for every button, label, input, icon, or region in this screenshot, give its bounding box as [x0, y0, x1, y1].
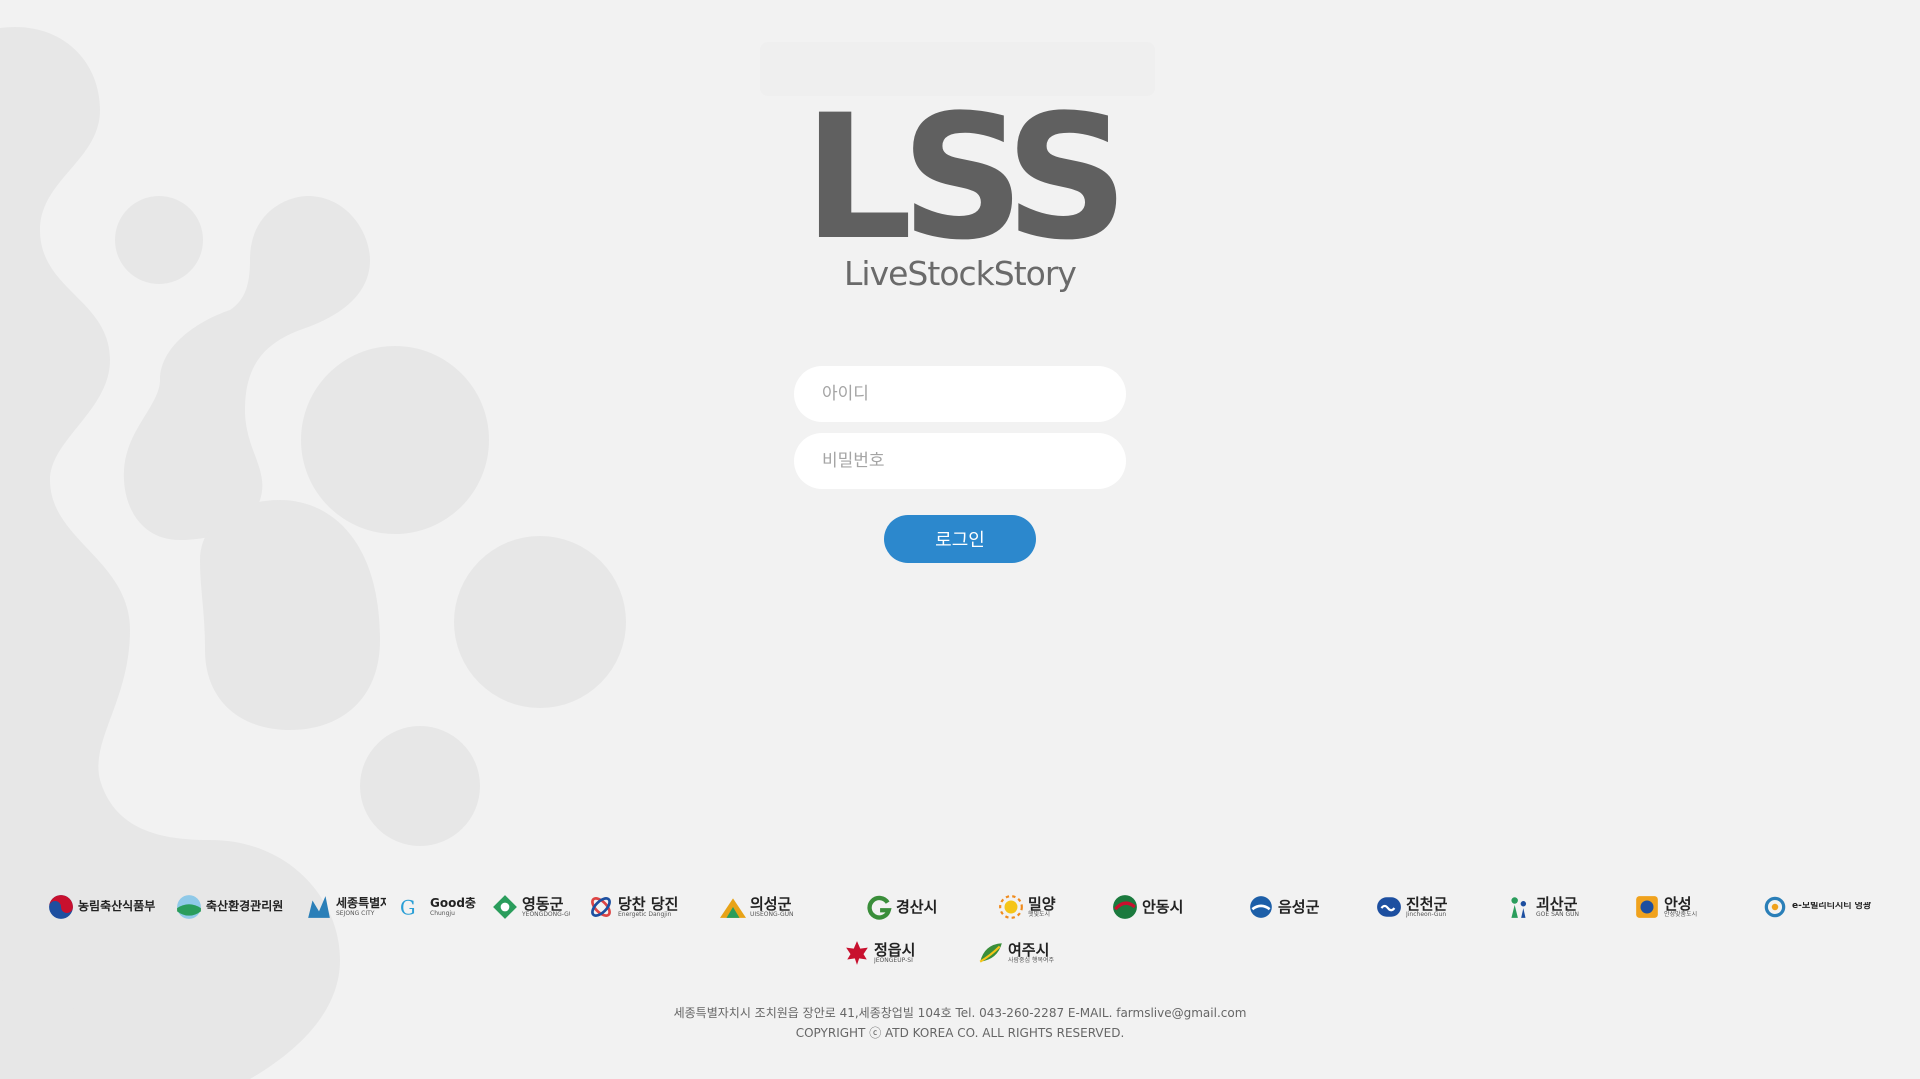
- square-icon: [1636, 896, 1658, 918]
- wave-icon: [1113, 895, 1137, 919]
- partner-subtitle: YEONGDONG-GUN: [522, 911, 570, 919]
- partner-subtitle: 안성맞춤도시: [1664, 911, 1698, 919]
- partner-name: 당찬 당진: [618, 895, 679, 913]
- crown-icon: [308, 896, 330, 918]
- partner-logo-3: 세종특별자치시SEJONG CITY: [306, 892, 386, 922]
- g-swirl-icon: [867, 895, 892, 920]
- partner-name: 축산환경관리원: [206, 900, 284, 914]
- partner-subtitle: Jincheon-Gun: [1406, 911, 1447, 919]
- partner-subtitle: JEONGEUP-SI: [874, 957, 913, 965]
- partner-logo-10: 안동시: [1112, 892, 1222, 922]
- partner-logo-5: 영동군YEONGDONG-GUN: [492, 892, 570, 922]
- partner-subtitle: Energetic Dangjin: [618, 911, 672, 919]
- footer-copyright: COPYRIGHT ⓒ ATD KOREA CO. ALL RIGHTS RES…: [795, 1026, 1125, 1040]
- partner-logo-6: 당찬 당진 Energetic Dangjin: [588, 892, 700, 922]
- svg-text:G: G: [400, 897, 416, 920]
- partner-subtitle: Chungju: [430, 909, 455, 917]
- partner-subtitle: SEJONG CITY: [336, 909, 375, 917]
- partner-logo-11: 음성군: [1248, 892, 1346, 922]
- partner-logos: 농림축산식품부 축산환경관리원 세종특별자치시SEJONG CITY G Good충주C…: [0, 886, 1920, 986]
- partner-name: 정읍시: [874, 941, 916, 959]
- partner-name: 세종특별자치시: [336, 897, 386, 911]
- partner-logo-1: 농림축산식품부: [48, 892, 160, 922]
- sun-icon: [999, 895, 1023, 919]
- partner-name: 의성군: [750, 895, 792, 913]
- partner-name: 영동군: [522, 895, 564, 913]
- good-icon: G: [400, 897, 416, 920]
- partner-name: 경산시: [896, 898, 938, 916]
- partner-name: 여주시: [1008, 941, 1050, 959]
- drop-icon: [1250, 896, 1272, 918]
- mountain-icon: [720, 898, 746, 918]
- partner-logo-4: G Good충주Chungju: [400, 892, 476, 922]
- partner-name: 진천군: [1406, 895, 1448, 913]
- partner-name: Good충주: [430, 897, 476, 911]
- partner-logo-9: 밀양 햇빛도시: [998, 892, 1074, 922]
- partner-name: 안동시: [1142, 898, 1184, 916]
- partner-logo-14: 안성 안성맞춤도시: [1634, 892, 1746, 922]
- password-input[interactable]: [794, 433, 1126, 489]
- leaf-icon: [979, 943, 1002, 963]
- taegeuk-icon: [49, 895, 73, 919]
- partner-logo-16: 정읍시 JEONGEUP-SI: [844, 938, 940, 968]
- partner-logo-12: 진천군 Jincheon-Gun: [1376, 892, 1478, 922]
- id-input[interactable]: [794, 366, 1126, 422]
- partner-logo-17: 여주시 사람중심 행복여주: [978, 938, 1082, 968]
- partner-subtitle: 햇빛도시: [1028, 911, 1051, 919]
- globe-icon: [177, 895, 201, 919]
- partner-logo-13: 괴산군 GOE SAN GUN: [1506, 892, 1608, 922]
- knot-icon: [591, 897, 611, 917]
- partner-logo-2: 축산환경관리원: [176, 892, 288, 922]
- partner-subtitle: GOE SAN GUN: [1536, 911, 1580, 919]
- login-button[interactable]: 로그인: [884, 515, 1036, 563]
- partner-name: 농림축산식품부: [78, 900, 156, 914]
- partner-logo-7: 의성군 UISEONG-GUN: [720, 892, 828, 922]
- lss-logo: LSS: [803, 77, 1129, 278]
- footer-address: 세종특별자치시 조치원읍 장안로 41,세종창업빌 104호 Tel. 043-…: [673, 1006, 1247, 1020]
- partner-name: 괴산군: [1536, 895, 1578, 913]
- partner-logo-15: e-모빌리티시티 영광: [1762, 892, 1874, 922]
- partner-subtitle: 사람중심 행복여주: [1008, 957, 1055, 965]
- partner-name: 밀양: [1028, 895, 1056, 913]
- partner-name: 음성군: [1278, 898, 1320, 916]
- cloud-icon: [1377, 897, 1401, 917]
- diamond-icon: [493, 895, 517, 919]
- people-icon: [1511, 897, 1527, 918]
- brand-subtitle: LiveStockStory: [844, 254, 1077, 293]
- partner-subtitle: UISEONG-GUN: [750, 911, 794, 919]
- partner-name: e-모빌리티시티 영광: [1792, 902, 1872, 912]
- partner-name: 안성: [1664, 895, 1692, 913]
- mobility-icon: [1764, 896, 1786, 918]
- maple-icon: [846, 941, 868, 965]
- partner-logo-8: 경산시: [866, 892, 942, 922]
